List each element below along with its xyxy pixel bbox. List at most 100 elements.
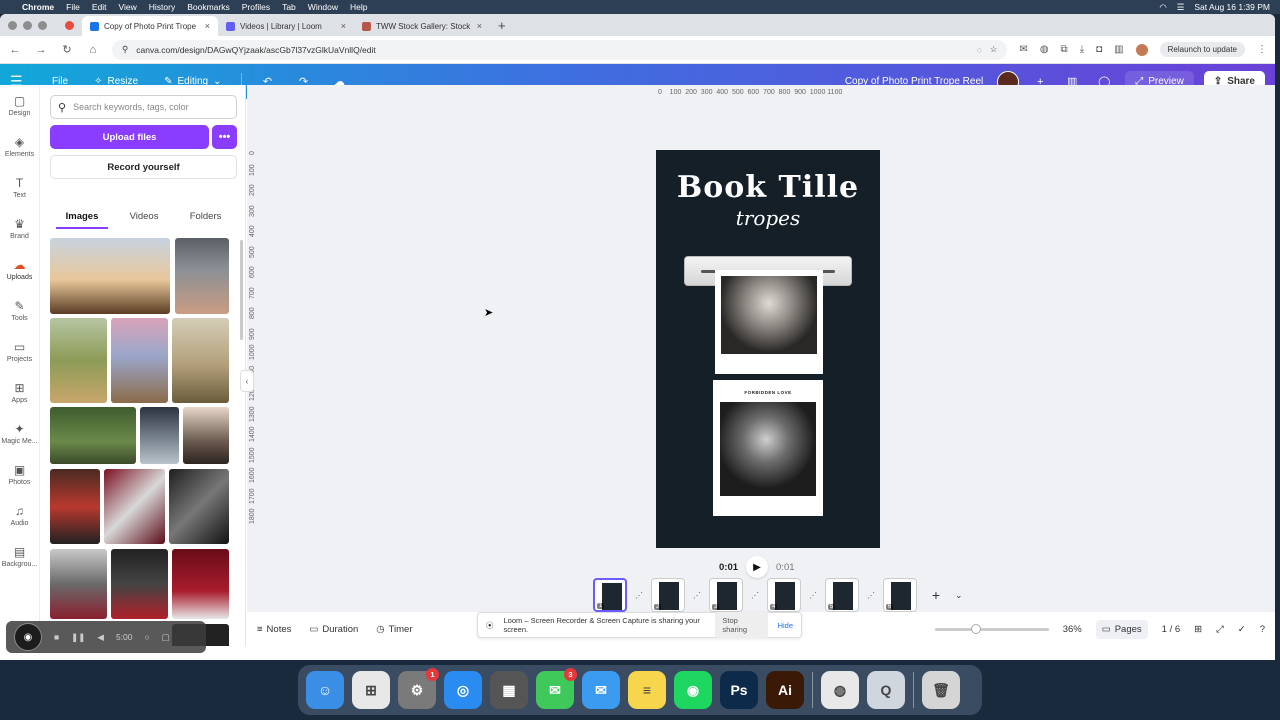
loom-camera-icon[interactable]: ◉ bbox=[14, 623, 42, 651]
tab-folders[interactable]: Folders bbox=[184, 205, 228, 229]
home-icon[interactable]: ⌂ bbox=[86, 44, 100, 56]
site-info-icon[interactable]: ⚲ bbox=[122, 44, 128, 55]
menubar-datetime[interactable]: Sat Aug 16 1:39 PM bbox=[1194, 2, 1270, 12]
split-view-icon[interactable]: ▥ bbox=[1114, 44, 1123, 55]
uploaded-image-red-frame[interactable] bbox=[172, 549, 229, 619]
relaunch-button[interactable]: Relaunch to update bbox=[1159, 42, 1245, 57]
uploaded-image-cowboy[interactable] bbox=[50, 238, 170, 314]
uploaded-image-field-woman[interactable] bbox=[50, 318, 107, 403]
transition-icon[interactable]: ⋰ bbox=[809, 591, 817, 600]
grid-view-icon[interactable]: ⊞ bbox=[1194, 624, 1202, 635]
uploaded-image-hat[interactable] bbox=[183, 407, 229, 464]
collapse-panel-button[interactable]: ‹ bbox=[240, 370, 254, 392]
rail-item-tools[interactable]: ✎ Tools bbox=[0, 290, 39, 331]
rail-item-brand[interactable]: ♛ Brand bbox=[0, 208, 39, 249]
tab-videos[interactable]: Videos bbox=[124, 205, 165, 229]
menu-history[interactable]: History bbox=[149, 2, 175, 12]
search-input[interactable]: ⚲ Search keywords, tags, color bbox=[50, 95, 237, 119]
zoom-level[interactable]: 36% bbox=[1063, 624, 1082, 635]
uploaded-image-red-top[interactable] bbox=[50, 469, 100, 544]
forward-icon[interactable]: → bbox=[34, 44, 48, 56]
notes-button[interactable]: ≡ Notes bbox=[257, 624, 291, 635]
restart-icon[interactable]: ◀ bbox=[97, 632, 104, 643]
transition-icon[interactable]: ⋰ bbox=[751, 591, 759, 600]
browser-menu-icon[interactable]: ⋮ bbox=[1257, 44, 1267, 55]
rail-item-apps[interactable]: ⊞ Apps bbox=[0, 372, 39, 413]
quicktime-icon[interactable]: Q bbox=[867, 671, 905, 709]
rail-item-design[interactable]: ▢ Design bbox=[0, 85, 39, 126]
wifi-icon[interactable]: ◠ bbox=[1159, 2, 1166, 13]
tab-images[interactable]: Images bbox=[55, 205, 109, 229]
extensions-puzzle-icon[interactable]: ⧉ bbox=[1061, 44, 1068, 55]
uploaded-image-polaroid[interactable] bbox=[50, 549, 107, 619]
check-icon[interactable]: ✓ bbox=[1238, 624, 1246, 635]
messages-icon[interactable]: ✉ 3 bbox=[536, 668, 577, 709]
menu-edit[interactable]: Edit bbox=[92, 2, 107, 12]
rail-item-uploads[interactable]: ☁ Uploads bbox=[0, 249, 39, 290]
loom-extension-icon[interactable]: ◍ bbox=[1040, 44, 1049, 55]
uploaded-image-red-collage[interactable] bbox=[104, 469, 165, 544]
browser-tab-canva[interactable]: Copy of Photo Print Trope × bbox=[82, 16, 218, 36]
rail-item-photos[interactable]: ▣ Photos bbox=[0, 454, 39, 495]
delete-icon[interactable]: ▢ bbox=[162, 632, 170, 643]
duration-button[interactable]: ▭ Duration bbox=[309, 624, 358, 635]
menu-bookmarks[interactable]: Bookmarks bbox=[187, 2, 230, 12]
fullscreen-icon[interactable]: ⤢ bbox=[1216, 624, 1224, 635]
zoom-slider-handle[interactable] bbox=[970, 623, 981, 634]
menubar-app-name[interactable]: Chrome bbox=[22, 2, 54, 12]
close-tab-icon[interactable]: × bbox=[205, 21, 210, 31]
transition-icon[interactable]: ⋰ bbox=[693, 591, 701, 600]
pages-button[interactable]: ▭ Pages bbox=[1095, 619, 1148, 639]
rail-item-magic-media[interactable]: ✦ Magic Me... bbox=[0, 413, 39, 454]
menu-window[interactable]: Window bbox=[308, 2, 338, 12]
rail-item-projects[interactable]: ▭ Projects bbox=[0, 331, 39, 372]
notes-icon[interactable]: ≡ bbox=[628, 671, 666, 709]
back-icon[interactable]: ← bbox=[8, 44, 22, 56]
zoom-slider[interactable] bbox=[934, 623, 1049, 634]
uploaded-image-august[interactable] bbox=[111, 549, 168, 619]
stop-recording-icon[interactable]: ■ bbox=[54, 632, 59, 642]
uploaded-image-legs-flowers[interactable] bbox=[175, 238, 229, 314]
stop-sharing-button[interactable]: Stop sharing bbox=[715, 612, 768, 638]
camera-icon[interactable]: ◘ bbox=[1096, 44, 1102, 55]
rail-item-background[interactable]: ▤ Backgrou... bbox=[0, 536, 39, 577]
page-thumbnail[interactable]: 5 bbox=[825, 578, 859, 612]
panel-scrollbar[interactable] bbox=[240, 240, 243, 340]
timer-button[interactable]: ◷ Timer bbox=[376, 624, 412, 635]
eye-off-icon[interactable]: ◌ bbox=[977, 45, 982, 55]
help-icon[interactable]: ? bbox=[1260, 624, 1265, 635]
menu-profiles[interactable]: Profiles bbox=[242, 2, 270, 12]
menu-tab[interactable]: Tab bbox=[282, 2, 296, 12]
chrome-icon[interactable]: ◍ bbox=[821, 671, 859, 709]
browser-tab-tww[interactable]: TWW Stock Gallery: Stock Im × bbox=[354, 16, 490, 36]
address-bar[interactable]: ⚲ canva.com/design/DAGwQYjzaak/ascGb7l37… bbox=[112, 39, 1008, 60]
record-yourself-button[interactable]: Record yourself bbox=[50, 155, 237, 179]
photoshop-icon[interactable]: Ps bbox=[720, 671, 758, 709]
editor-canvas-area[interactable]: 0 100 200 300 400 500 600 700 800 900 10… bbox=[247, 85, 1275, 612]
email-extension-icon[interactable]: ✉ bbox=[1019, 44, 1027, 55]
reload-icon[interactable]: ↻ bbox=[60, 43, 74, 56]
page-thumbnail[interactable]: 2 bbox=[651, 578, 685, 612]
add-page-button[interactable]: + bbox=[925, 584, 947, 606]
browser-tab-loom[interactable]: Videos | Library | Loom × bbox=[218, 16, 354, 36]
rail-item-text[interactable]: T Text bbox=[0, 167, 39, 208]
transition-icon[interactable]: ⋰ bbox=[867, 591, 875, 600]
uploaded-image-grass-legs[interactable] bbox=[50, 407, 136, 464]
close-tab-icon[interactable]: × bbox=[341, 21, 346, 31]
upload-files-button[interactable]: Upload files bbox=[50, 125, 209, 149]
uploaded-image-dark-collage[interactable] bbox=[169, 469, 229, 544]
page-thumbnail[interactable]: 3 bbox=[709, 578, 743, 612]
profile-avatar[interactable] bbox=[1135, 43, 1148, 56]
design-subtitle-text[interactable]: tropes bbox=[656, 206, 880, 230]
rail-item-audio[interactable]: ♫ Audio bbox=[0, 495, 39, 536]
uploaded-image-bed[interactable] bbox=[140, 407, 179, 464]
pause-icon[interactable]: ❚❚ bbox=[71, 632, 85, 643]
page-thumbnail[interactable]: 1 bbox=[593, 578, 627, 612]
uploaded-image-lying-field[interactable] bbox=[172, 318, 229, 403]
menu-file[interactable]: File bbox=[66, 2, 80, 12]
uploaded-image-horse-sunset[interactable] bbox=[111, 318, 168, 403]
maximize-window-button[interactable] bbox=[38, 20, 47, 30]
new-tab-button[interactable]: + bbox=[490, 18, 514, 36]
design-title-text[interactable]: Book Tille bbox=[656, 170, 880, 205]
minimize-window-button[interactable] bbox=[23, 20, 32, 30]
